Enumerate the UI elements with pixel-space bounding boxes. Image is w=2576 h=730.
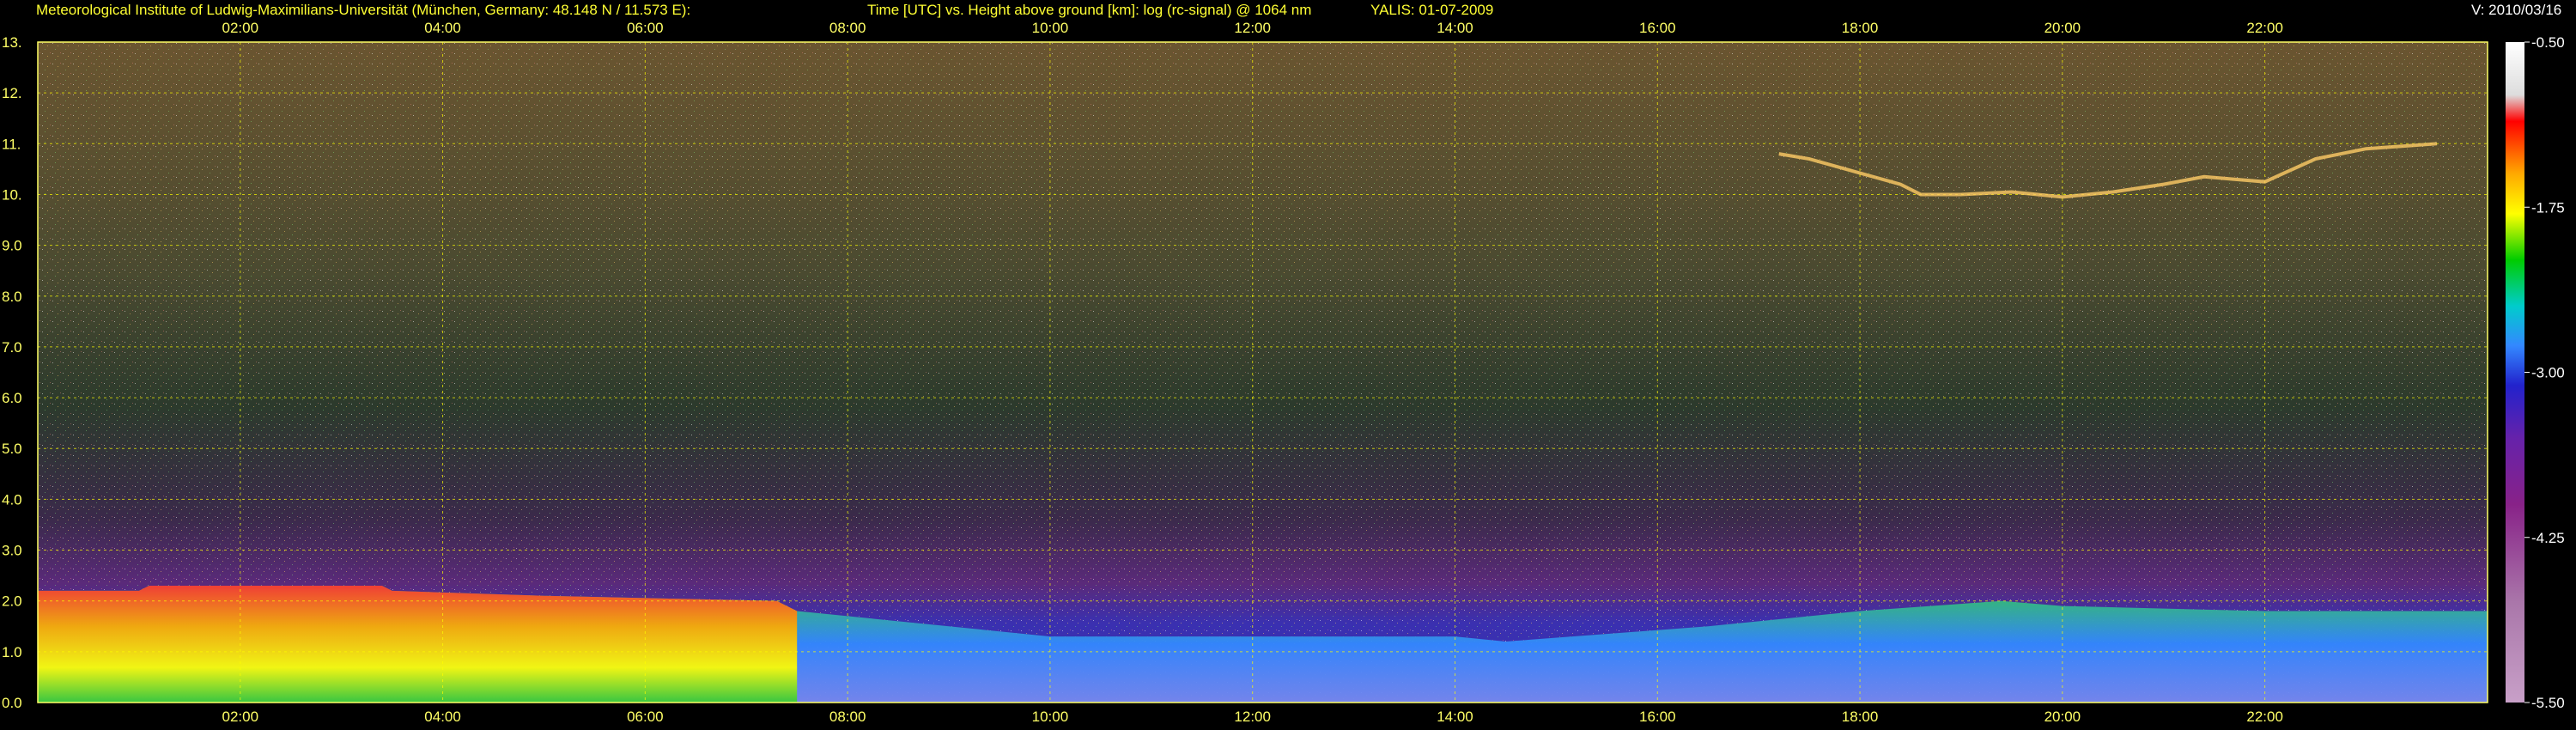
- x-tick-label-top: 20:00: [2044, 20, 2081, 36]
- colorbar-tick-label: -5.50: [2531, 695, 2565, 711]
- y-tick-label: 5.0: [2, 441, 22, 457]
- x-tick-label-bottom: 06:00: [627, 709, 664, 725]
- x-tick-label-bottom: 12:00: [1234, 709, 1271, 725]
- lidar-chart: 0.0 1.0 2.0 3.0 4.0 5.0 6.0 7.0 8.0 9.0 10. 11. 12. 1…: [2, 20, 2565, 725]
- x-tick-label-top: 18:00: [1842, 20, 1879, 36]
- y-tick-label: 7.0: [2, 339, 22, 356]
- x-tick-label-top: 10:00: [1032, 20, 1069, 36]
- x-tick-label-bottom: 22:00: [2246, 709, 2283, 725]
- x-tick-label-top: 14:00: [1437, 20, 1473, 36]
- colorbar: [2506, 42, 2524, 703]
- x-tick-label-top: 04:00: [424, 20, 461, 36]
- x-tick-label-top: 06:00: [627, 20, 664, 36]
- y-tick-label: 2.0: [2, 593, 22, 610]
- y-tick-label: 11.: [2, 136, 21, 152]
- x-tick-label-top: 08:00: [829, 20, 866, 36]
- x-tick-label-bottom: 02:00: [222, 709, 259, 725]
- x-tick-label-top: 16:00: [1639, 20, 1676, 36]
- colorbar-layer: -0.50 -1.75 -3.00 -4.25 -5.50: [2506, 34, 2565, 711]
- x-tick-label-top: 12:00: [1234, 20, 1271, 36]
- x-tick-label-bottom: 18:00: [1842, 709, 1879, 725]
- colorbar-tick-label: -0.50: [2531, 34, 2565, 51]
- x-tick-label-bottom: 20:00: [2044, 709, 2081, 725]
- y-tick-label: 1.0: [2, 644, 22, 660]
- y-tick-label: 8.0: [2, 289, 22, 305]
- y-tick-label: 3.0: [2, 543, 22, 559]
- y-tick-label: 12.: [2, 85, 22, 101]
- x-tick-label-top: 22:00: [2246, 20, 2283, 36]
- y-tick-label: 10.: [2, 186, 22, 203]
- x-tick-label-top: 02:00: [222, 20, 259, 36]
- y-tick-label: 4.0: [2, 491, 22, 508]
- y-tick-label: 9.0: [2, 238, 22, 254]
- colorbar-tick-label: -3.00: [2531, 365, 2565, 381]
- x-tick-label-bottom: 16:00: [1639, 709, 1676, 725]
- colorbar-tick-label: -1.75: [2531, 199, 2565, 216]
- x-tick-label-bottom: 14:00: [1437, 709, 1473, 725]
- colorbar-tick-label: -4.25: [2531, 530, 2565, 546]
- y-tick-label: 0.0: [2, 695, 22, 711]
- x-tick-label-bottom: 08:00: [829, 709, 866, 725]
- boundary-layer-warm-region: [38, 585, 798, 703]
- plot-area: [38, 42, 2488, 703]
- y-tick-label: 13.: [2, 34, 22, 51]
- y-tick-label: 6.0: [2, 390, 22, 406]
- x-tick-label-bottom: 04:00: [424, 709, 461, 725]
- x-tick-label-bottom: 10:00: [1032, 709, 1069, 725]
